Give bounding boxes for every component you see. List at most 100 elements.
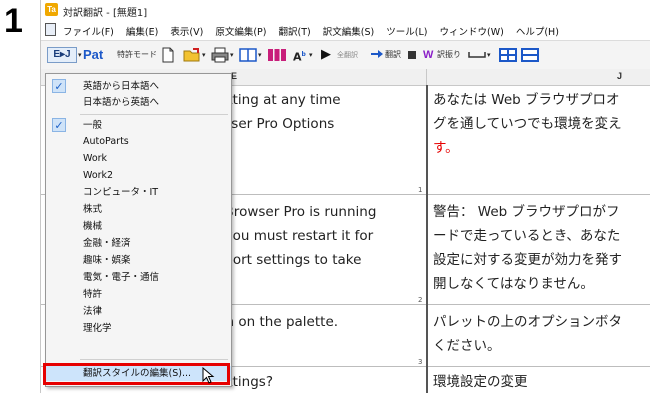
menu-item-label: Work <box>83 153 108 164</box>
patent-button[interactable]: Pat <box>83 47 103 63</box>
menu-edit[interactable]: 編集(E) <box>126 27 158 38</box>
japanese-line[interactable]: ードで走っているとき、あなた <box>433 224 620 248</box>
menu-item-label: 株式 <box>83 204 103 215</box>
play-icon[interactable]: ▶ <box>321 47 331 63</box>
menu-item-work2[interactable]: Work2 <box>46 168 231 183</box>
menu-item-stocks[interactable]: 株式 <box>46 202 231 217</box>
chevron-down-icon[interactable]: ▾ <box>258 47 262 63</box>
menu-item-label: 電気・電子・通信 <box>83 272 160 283</box>
menu-item-electronics[interactable]: 電気・電子・通信 <box>46 270 231 285</box>
chevron-down-icon[interactable]: ▾ <box>78 47 82 63</box>
menu-item-ja-to-en[interactable]: 日本語から英語へ <box>46 95 231 110</box>
menu-file[interactable]: ファイル(F) <box>63 27 114 38</box>
translate-label[interactable]: 翻訳 <box>385 47 401 63</box>
menu-item-autoparts[interactable]: AutoParts <box>46 134 231 149</box>
row-separator <box>428 194 650 195</box>
menu-item-label: Work2 <box>83 170 114 181</box>
column-header-j[interactable]: J <box>617 71 622 81</box>
menu-item-science[interactable]: 理化学 <box>46 321 231 336</box>
row-separator <box>428 304 650 305</box>
menu-item-work[interactable]: Work <box>46 151 231 166</box>
mouse-cursor-icon <box>202 367 215 384</box>
menu-item-label: 日本語から英語へ <box>83 97 160 108</box>
direction-label: E▸J <box>53 49 71 60</box>
document-icon[interactable] <box>45 23 56 36</box>
row-marker: 3 <box>418 358 423 366</box>
open-folder-icon[interactable] <box>183 47 201 63</box>
column-layout-icon[interactable] <box>239 47 257 63</box>
menu-bar: ファイル(F) 編集(E) 表示(V) 原文編集(P) 翻訳(T) 訳文編集(S… <box>41 20 650 40</box>
japanese-line[interactable]: 開しなくてはなりません。 <box>433 272 594 296</box>
menu-item-finance[interactable]: 金融・経済 <box>46 236 231 251</box>
space-icon[interactable] <box>468 49 486 65</box>
patent-mode-label[interactable]: 特許モード <box>117 47 157 63</box>
step-number: 1 <box>4 2 23 40</box>
toolbar: E▸J ▾ Pat 特許モード ▾ ▾ ▾ Ab ▾ ▶ 全翻訳 翻訳 W 訳振… <box>41 40 650 70</box>
menu-item-label: 法律 <box>83 306 103 317</box>
menu-item-label: 理化学 <box>83 323 112 334</box>
menu-translate[interactable]: 翻訳(T) <box>279 27 311 38</box>
japanese-line[interactable]: す。 <box>433 136 459 160</box>
translate-all-label[interactable]: 全翻訳 <box>337 47 358 63</box>
row-separator <box>428 366 650 367</box>
translate-arrow-icon[interactable] <box>371 49 385 65</box>
japanese-line[interactable]: ください。 <box>433 334 501 358</box>
menu-item-label: 一般 <box>83 120 103 131</box>
window-title: 対訳翻訳 - [無題1] <box>63 8 148 19</box>
menu-item-general[interactable]: ✓ 一般 <box>46 118 231 133</box>
japanese-line[interactable]: 設定に対する変更が効力を発す <box>433 248 622 272</box>
menu-item-patent[interactable]: 特許 <box>46 287 231 302</box>
check-icon: ✓ <box>52 79 66 93</box>
menu-separator <box>80 359 228 360</box>
english-line[interactable]: y port settings to take <box>212 248 361 272</box>
menu-window[interactable]: ウィンドウ(W) <box>440 27 504 38</box>
column-divider[interactable] <box>426 85 428 393</box>
split-horizontal-icon[interactable] <box>521 47 539 63</box>
menu-item-label: 趣味・娯楽 <box>83 255 131 266</box>
japanese-line[interactable]: パレットの上のオプションボタ <box>433 310 622 334</box>
three-column-icon[interactable] <box>267 47 287 63</box>
japanese-line[interactable]: あなたは Web ブラウザプロオ <box>433 88 620 112</box>
chevron-down-icon[interactable]: ▾ <box>309 47 313 63</box>
menu-separator <box>80 114 228 115</box>
row-marker: 2 <box>418 296 423 304</box>
menu-item-machinery[interactable]: 機械 <box>46 219 231 234</box>
translation-direction-button[interactable]: E▸J <box>47 47 77 63</box>
app-logo-icon: Ta <box>45 3 58 16</box>
japanese-line[interactable]: 環境設定の変更 <box>433 370 528 393</box>
menu-target-edit[interactable]: 訳文編集(S) <box>323 27 374 38</box>
menu-item-computer-it[interactable]: コンピュータ・IT <box>46 185 231 200</box>
menu-item-label: 機械 <box>83 221 103 232</box>
menu-item-label: 金融・経済 <box>83 238 131 249</box>
translation-style-dropdown: ✓ 英語から日本語へ 日本語から英語へ ✓ 一般 AutoParts Work … <box>45 73 232 387</box>
chevron-down-icon[interactable]: ▾ <box>230 47 234 63</box>
menu-item-law[interactable]: 法律 <box>46 304 231 319</box>
menu-item-label: コンピュータ・IT <box>83 187 159 198</box>
menu-item-label: 英語から日本語へ <box>83 81 160 92</box>
furigana-label[interactable]: 訳振り <box>437 47 461 63</box>
menu-help[interactable]: ヘルプ(H) <box>516 27 559 38</box>
menu-item-label: AutoParts <box>83 136 129 147</box>
english-line[interactable]: e,you must restart it for <box>212 224 373 248</box>
new-document-icon[interactable] <box>161 47 175 63</box>
column-header-divider <box>426 69 427 85</box>
font-size-icon[interactable]: Ab <box>293 47 306 64</box>
chevron-down-icon[interactable]: ▾ <box>202 47 206 63</box>
split-vertical-icon[interactable] <box>499 47 517 63</box>
menu-item-en-to-ja[interactable]: ✓ 英語から日本語へ <box>46 79 231 94</box>
menu-item-label: 特許 <box>83 289 103 300</box>
stop-icon[interactable] <box>408 51 416 59</box>
menu-view[interactable]: 表示(V) <box>170 27 203 38</box>
menu-item-hobby[interactable]: 趣味・娯楽 <box>46 253 231 268</box>
english-line[interactable]: o Browser Pro is running <box>212 200 376 224</box>
print-icon[interactable] <box>211 47 229 63</box>
japanese-line[interactable]: 警告： Web ブラウザプロがフ <box>433 200 620 224</box>
chevron-down-icon[interactable]: ▾ <box>487 47 491 63</box>
title-bar: Ta 対訳翻訳 - [無題1] <box>41 0 650 20</box>
patent-label: Pat <box>83 47 104 62</box>
menu-tools[interactable]: ツール(L) <box>386 27 427 38</box>
japanese-line[interactable]: グを通していつでも環境を変え <box>433 112 622 136</box>
yakufuri-logo-icon[interactable]: W <box>423 47 433 63</box>
menu-source-edit[interactable]: 原文編集(P) <box>215 27 266 38</box>
check-icon: ✓ <box>52 118 66 132</box>
